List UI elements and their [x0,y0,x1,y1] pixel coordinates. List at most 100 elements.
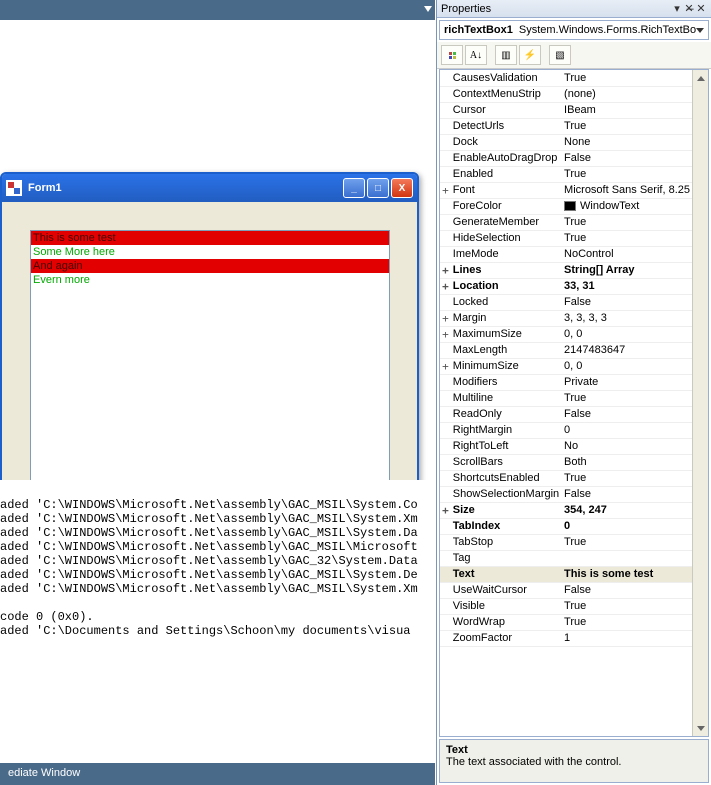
property-value[interactable]: NoControl [562,246,692,262]
property-row[interactable]: MultilineTrue [440,390,692,406]
minimize-button[interactable]: _ [343,178,365,198]
property-value[interactable]: Private [562,374,692,390]
properties-page-button[interactable]: ▥ [495,45,517,65]
property-row[interactable]: GenerateMemberTrue [440,214,692,230]
property-row[interactable]: TextThis is some test [440,566,692,582]
close-icon[interactable]: ✕ [695,2,707,15]
property-value[interactable]: True [562,534,692,550]
property-row[interactable]: WordWrapTrue [440,614,692,630]
property-row[interactable]: TabStopTrue [440,534,692,550]
property-row[interactable]: Tag [440,550,692,566]
property-row[interactable]: DetectUrlsTrue [440,118,692,134]
property-row[interactable]: ModifiersPrivate [440,374,692,390]
property-row[interactable]: ForeColorWindowText [440,198,692,214]
maximize-button[interactable]: □ [367,178,389,198]
property-row[interactable]: EnabledTrue [440,166,692,182]
property-value[interactable]: True [562,390,692,406]
property-value[interactable] [562,550,692,566]
property-row[interactable]: LockedFalse [440,294,692,310]
property-value[interactable]: True [562,166,692,182]
property-row[interactable]: HideSelectionTrue [440,230,692,246]
property-row[interactable]: ImeModeNoControl [440,246,692,262]
object-selector[interactable]: richTextBox1 System.Windows.Forms.RichTe… [439,20,709,40]
property-row[interactable]: ScrollBarsBoth [440,454,692,470]
property-row[interactable]: +Size354, 247 [440,502,692,518]
property-row[interactable]: +LinesString[] Array [440,262,692,278]
property-value[interactable]: 2147483647 [562,342,692,358]
property-value[interactable]: True [562,118,692,134]
property-value[interactable]: 354, 247 [562,502,692,518]
output-window[interactable]: aded 'C:\WINDOWS\Microsoft.Net\assembly\… [0,480,435,652]
dropdown-icon[interactable] [424,6,432,12]
property-value[interactable]: String[] Array [562,262,692,278]
events-button[interactable]: ⚡ [519,45,541,65]
property-value[interactable]: 0 [562,422,692,438]
property-row[interactable]: +Margin3, 3, 3, 3 [440,310,692,326]
property-value[interactable]: (none) [562,86,692,102]
property-value[interactable]: True [562,230,692,246]
property-value[interactable]: This is some test [562,566,692,582]
property-value[interactable]: False [562,486,692,502]
property-value[interactable]: False [562,294,692,310]
property-value[interactable]: 33, 31 [562,278,692,294]
property-value[interactable]: 1 [562,630,692,646]
property-row[interactable]: +MinimumSize0, 0 [440,358,692,374]
property-value[interactable]: 0, 0 [562,326,692,342]
property-row[interactable]: CausesValidationTrue [440,70,692,86]
property-value[interactable]: True [562,70,692,86]
property-grid[interactable]: CausesValidationTrueContextMenuStrip(non… [439,69,709,737]
scrollbar[interactable] [692,70,708,736]
property-value[interactable]: None [562,134,692,150]
pin-icon[interactable]: ✕̶ [683,2,695,15]
scroll-down-button[interactable] [693,720,708,736]
property-value[interactable]: True [562,470,692,486]
property-value[interactable]: IBeam [562,102,692,118]
property-row[interactable]: RightMargin0 [440,422,692,438]
categorized-button[interactable] [441,45,463,65]
dropdown-icon[interactable]: ▾ [671,2,683,15]
expand-icon[interactable]: + [440,182,451,198]
property-row[interactable]: ContextMenuStrip(none) [440,86,692,102]
property-row[interactable]: MaxLength2147483647 [440,342,692,358]
property-value[interactable]: 3, 3, 3, 3 [562,310,692,326]
immediate-window-tab[interactable]: ediate Window [0,763,435,785]
expand-icon[interactable]: + [440,262,451,278]
properties-panel-titlebar[interactable]: Properties ▾ ✕̶ ✕ [437,0,711,18]
property-value[interactable]: 0 [562,518,692,534]
property-value[interactable]: False [562,150,692,166]
property-value[interactable]: 0, 0 [562,358,692,374]
expand-icon[interactable]: + [440,326,451,342]
property-row[interactable]: ReadOnlyFalse [440,406,692,422]
expand-icon[interactable]: + [440,310,451,326]
property-value[interactable]: True [562,214,692,230]
property-row[interactable]: ShowSelectionMarginFalse [440,486,692,502]
close-button[interactable]: X [391,178,413,198]
richtextbox1[interactable]: This is some test Some More here And aga… [30,230,390,490]
scroll-up-button[interactable] [693,70,708,86]
property-value[interactable]: Microsoft Sans Serif, 8.25 [562,182,692,198]
expand-icon[interactable]: + [440,358,451,374]
property-row[interactable]: EnableAutoDragDropFalse [440,150,692,166]
property-row[interactable]: TabIndex0 [440,518,692,534]
property-value[interactable]: True [562,614,692,630]
property-row[interactable]: +Location33, 31 [440,278,692,294]
expand-icon[interactable]: + [440,502,451,518]
property-row[interactable]: DockNone [440,134,692,150]
expand-icon[interactable]: + [440,278,451,294]
property-value[interactable]: False [562,406,692,422]
property-row[interactable]: ShortcutsEnabledTrue [440,470,692,486]
property-row[interactable]: UseWaitCursorFalse [440,582,692,598]
property-value[interactable]: False [562,582,692,598]
property-row[interactable]: ZoomFactor1 [440,630,692,646]
property-value[interactable]: No [562,438,692,454]
form1-titlebar[interactable]: Form1 _ □ X [2,174,417,202]
property-row[interactable]: VisibleTrue [440,598,692,614]
alphabetical-button[interactable]: A↓ [465,45,487,65]
property-row[interactable]: +FontMicrosoft Sans Serif, 8.25 [440,182,692,198]
property-value[interactable]: True [562,598,692,614]
property-row[interactable]: CursorIBeam [440,102,692,118]
property-value[interactable]: WindowText [562,198,692,214]
property-value[interactable]: Both [562,454,692,470]
property-row[interactable]: RightToLeftNo [440,438,692,454]
property-pages-button[interactable]: ▧ [549,45,571,65]
